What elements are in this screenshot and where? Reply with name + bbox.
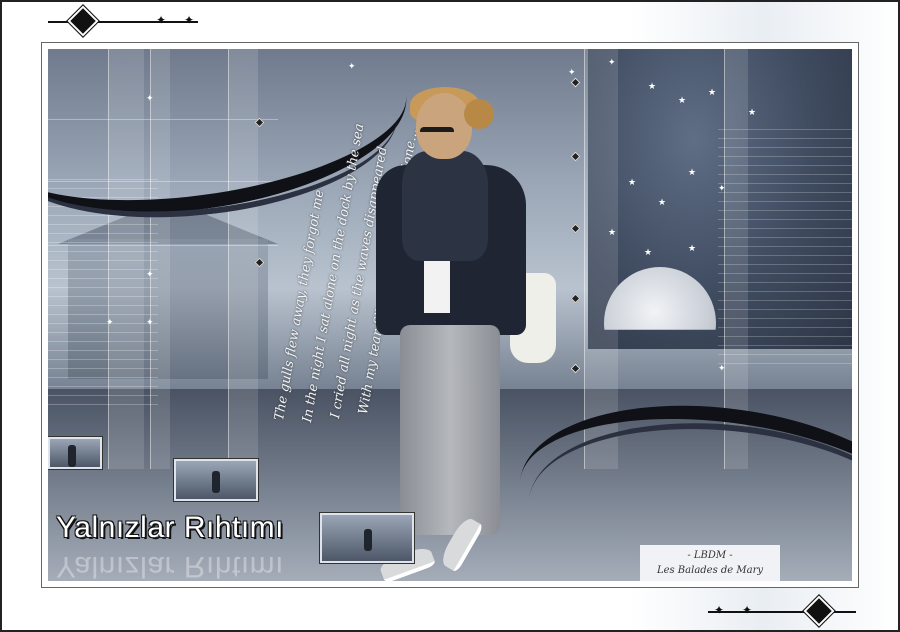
star-icon: ★	[678, 96, 687, 106]
sunglasses	[420, 127, 454, 137]
star-icon: ★	[688, 244, 697, 254]
signature-line: Les Balades de Mary	[656, 565, 764, 576]
artwork-frame: ✦ ★ ★ ★ ★ ★ ★ ★ ★ ★ ★ ✦ ✦ ✦ ✦ ✦ ✦ ✦ ✦ Th…	[41, 42, 859, 588]
star-icon: ★	[644, 248, 653, 258]
diamond-icon	[802, 594, 836, 628]
star-icon: ★	[608, 228, 617, 238]
thumbnail-figure	[364, 529, 372, 551]
rivet	[570, 293, 581, 304]
star-icon: ★	[658, 198, 667, 208]
sparkle-icon: ✦	[184, 13, 195, 27]
moon	[604, 267, 716, 330]
artwork-title: Yalnızlar Rıhtımı	[56, 511, 285, 544]
diamond-icon	[66, 4, 100, 38]
star-icon: ✦	[568, 68, 576, 78]
rivet	[570, 363, 581, 374]
thumbnail-image	[320, 513, 414, 563]
thumbnail-figure	[68, 445, 76, 467]
signature-line: - LBDM -	[687, 550, 733, 561]
star-icon: ★	[688, 168, 697, 178]
head	[416, 93, 472, 159]
star-icon: ✦	[146, 270, 154, 280]
star-icon: ★	[708, 88, 717, 98]
star-icon: ✦	[718, 364, 726, 374]
star-icon: ★	[648, 82, 657, 92]
faded-text-strip	[718, 129, 852, 369]
artwork-canvas: ✦ ★ ★ ★ ★ ★ ★ ★ ★ ★ ★ ✦ ✦ ✦ ✦ ✦ ✦ ✦ ✦ Th…	[48, 49, 852, 581]
poem: The gulls flew away, they forgot me In t…	[264, 69, 421, 429]
thumbnail-figure	[212, 471, 220, 493]
star-icon: ✦	[106, 318, 114, 328]
glass-panel	[584, 49, 618, 469]
sparkle-icon: ✦	[742, 603, 753, 617]
rivet	[570, 77, 581, 88]
rivet	[570, 151, 581, 162]
star-icon: ★	[748, 108, 757, 118]
sparkle-icon: ✦	[714, 603, 725, 617]
rivet	[570, 223, 581, 234]
woman-figure	[360, 87, 560, 581]
thumbnail-image	[48, 437, 102, 469]
thumbnail-image	[174, 459, 258, 501]
hair-bun	[464, 99, 494, 129]
pants	[400, 325, 500, 535]
scarf	[402, 151, 488, 261]
title-reflection: Yalnızlar Rıhtımı	[56, 550, 285, 581]
star-icon: ✦	[718, 184, 726, 194]
star-icon: ✦	[608, 58, 616, 68]
star-icon: ★	[628, 178, 637, 188]
sparkle-icon: ✦	[156, 13, 167, 27]
star-icon: ✦	[146, 318, 154, 328]
artist-signature: - LBDM - Les Balades de Mary	[640, 545, 780, 581]
